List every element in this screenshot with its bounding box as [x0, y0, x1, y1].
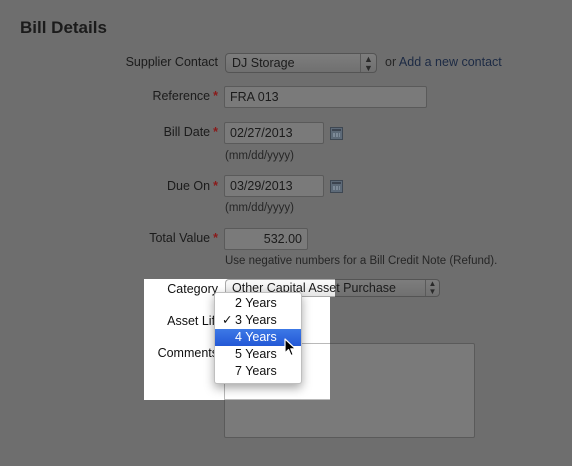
menu-item-2-years[interactable]: 2 Years [215, 295, 301, 312]
calendar-icon[interactable] [330, 127, 343, 140]
bill-date-input[interactable] [224, 122, 324, 144]
due-on-input[interactable] [224, 175, 324, 197]
updown-arrows-icon: ▲ ▼ [360, 54, 376, 73]
add-new-contact-link[interactable]: Add a new contact [399, 55, 502, 69]
menu-item-3-years[interactable]: ✓ 3 Years [215, 312, 301, 329]
total-value-label: Total Value * [149, 231, 218, 245]
due-on-label: Due On * [167, 179, 218, 193]
calendar-icon[interactable] [330, 180, 343, 193]
supplier-contact-label: Supplier Contact [125, 55, 218, 69]
bill-date-hint: (mm/dd/yyyy) [225, 150, 294, 162]
reference-input[interactable] [224, 86, 427, 108]
supplier-contact-value: DJ Storage [232, 56, 295, 70]
or-text: or [385, 55, 397, 69]
due-on-hint: (mm/dd/yyyy) [225, 202, 294, 214]
comments-label: Comments [157, 346, 218, 360]
total-value-hint: Use negative numbers for a Bill Credit N… [225, 255, 498, 267]
updown-arrows-icon: ▲ ▼ [425, 280, 439, 296]
reference-label: Reference * [152, 89, 218, 103]
section-title: Bill Details [20, 18, 107, 37]
menu-item-7-years[interactable]: 7 Years [215, 363, 301, 380]
bill-date-label: Bill Date * [163, 125, 218, 139]
supplier-contact-select[interactable]: DJ Storage ▲ ▼ [225, 53, 377, 73]
total-value-input[interactable] [224, 228, 308, 250]
category-label: Category [167, 282, 218, 296]
asset-life-label: Asset Life [167, 314, 222, 328]
pointer-cursor-icon [284, 338, 297, 357]
checkmark-icon: ✓ [222, 313, 233, 327]
